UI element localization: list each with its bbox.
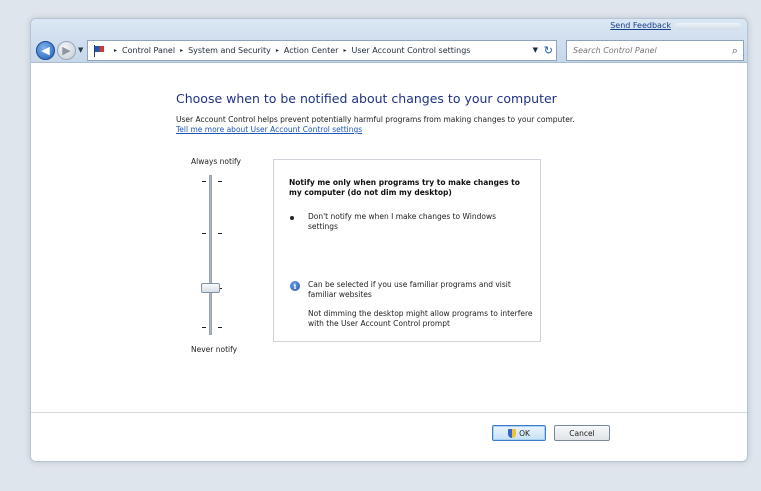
uac-shield-icon (508, 428, 517, 438)
warning-text: Not dimming the desktop might allow prog… (308, 309, 533, 328)
slider-tick-right (218, 327, 222, 328)
recent-pages-dropdown-icon[interactable]: ▼ (78, 46, 83, 54)
slider-top-label: Always notify (191, 157, 241, 166)
search-icon[interactable]: ⌕ (732, 44, 738, 58)
breadcrumb-separator-icon: ▸ (114, 47, 118, 54)
back-button[interactable]: ◀ (36, 41, 55, 60)
bullet-icon (290, 216, 294, 220)
slider-tick-right (218, 181, 222, 182)
ok-button-label: OK (519, 428, 530, 438)
notification-level-slider-thumb[interactable] (201, 283, 220, 293)
cancel-button[interactable]: Cancel (554, 425, 610, 441)
breadcrumb-control-panel[interactable]: Control Panel (122, 46, 175, 55)
main-content: Choose when to be notified about changes… (31, 63, 747, 461)
slider-tick-right (218, 233, 222, 234)
window-controls-area (675, 23, 741, 30)
window-titlebar: Send Feedback ◀ ▶ ▼ ▸ Control Panel ▸ Sy… (31, 19, 747, 63)
footer-divider (31, 412, 747, 413)
notification-level-slider-track[interactable] (209, 175, 212, 335)
breadcrumb-action-center[interactable]: Action Center (284, 46, 339, 55)
level-description-panel: Notify me only when programs try to make… (273, 159, 541, 342)
address-dropdown-icon[interactable]: ▼ (533, 46, 538, 54)
learn-more-link[interactable]: Tell me more about User Account Control … (176, 125, 362, 134)
page-description: User Account Control helps prevent poten… (176, 115, 575, 124)
page-title: Choose when to be notified about changes… (176, 91, 557, 106)
recommendation-text: Can be selected if you use familiar prog… (308, 280, 511, 299)
search-box[interactable]: ⌕ (566, 40, 744, 61)
breadcrumb-separator-icon: ▸ (275, 47, 279, 54)
address-bar[interactable]: ▸ Control Panel ▸ System and Security ▸ … (87, 40, 557, 61)
refresh-icon[interactable]: ↻ (544, 44, 553, 57)
slider-tick-left (202, 327, 206, 328)
back-arrow-icon: ◀ (41, 44, 50, 57)
breadcrumb-separator-icon: ▸ (343, 47, 347, 54)
breadcrumb-system-and-security[interactable]: System and Security (188, 46, 271, 55)
forward-button[interactable]: ▶ (57, 41, 76, 60)
breadcrumb-uac-settings[interactable]: User Account Control settings (351, 46, 470, 55)
send-feedback-link[interactable]: Send Feedback (610, 21, 671, 30)
uac-settings-window: Send Feedback ◀ ▶ ▼ ▸ Control Panel ▸ Sy… (30, 18, 748, 462)
forward-arrow-icon: ▶ (62, 44, 71, 57)
level-title: Notify me only when programs try to make… (289, 178, 520, 197)
level-bullet-text: Don't notify me when I make changes to W… (308, 212, 497, 231)
info-icon: i (290, 281, 300, 291)
breadcrumb-separator-icon: ▸ (180, 47, 184, 54)
search-input[interactable] (573, 46, 723, 55)
slider-tick-left (202, 181, 206, 182)
action-center-flag-icon (92, 44, 106, 57)
slider-bottom-label: Never notify (191, 345, 238, 354)
cancel-button-label: Cancel (569, 428, 595, 438)
slider-tick-left (202, 233, 206, 234)
ok-button[interactable]: OK (492, 425, 546, 441)
